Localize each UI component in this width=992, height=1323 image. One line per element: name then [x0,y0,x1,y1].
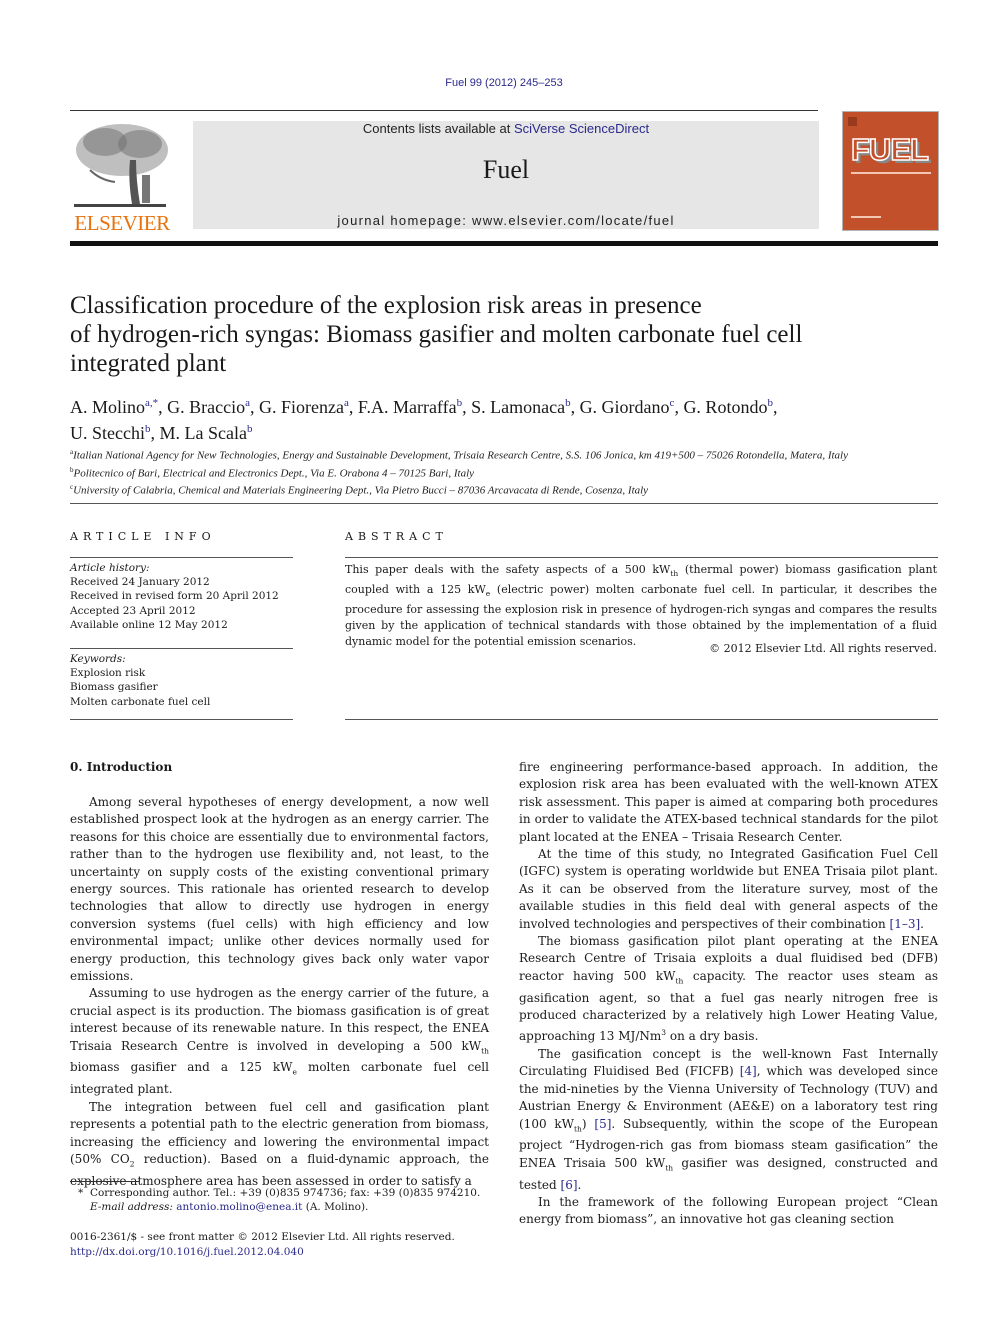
affiliation-mark[interactable]: a [344,397,349,409]
section-heading-introduction: 0. Introduction [70,760,173,774]
affiliations: aItalian National Agency for New Technol… [70,445,950,498]
article-info-heading: ARTICLE INFO [70,530,216,543]
keywords-rule [70,648,293,649]
title-line: of hydrogen-rich syngas: Biomass gasifie… [70,321,803,348]
contents-available-text: Contents lists available at SciVerse Sci… [193,121,819,136]
author-name: G. Fiorenza [259,397,344,417]
keywords-label: Keywords: [70,653,126,665]
keyword-item: Molten carbonate fuel cell [70,695,211,708]
sciencedirect-link[interactable]: SciVerse ScienceDirect [514,121,649,136]
paragraph: Assuming to use hydrogen as the energy c… [70,986,489,1097]
author-list: A. Molinoa,*, G. Braccioa, G. Fiorenzaa,… [70,397,778,443]
citation-link[interactable]: [5] [594,1117,611,1131]
cover-editor-line [851,216,881,218]
email-label: E-mail address: [90,1201,173,1213]
article-title: Classification procedure of the explosio… [70,291,890,378]
author-name: G. Giordano [579,397,670,417]
abstract-rule [345,557,938,558]
history-item: Accepted 23 April 2012 [70,604,196,617]
affiliation-mark[interactable]: b [247,423,253,435]
article-info-bottom-rule [70,719,293,720]
keywords: Keywords: Explosion risk Biomass gasifie… [70,652,300,709]
author-name: U. Stecchi [70,423,145,443]
keyword-item: Explosion risk [70,667,146,680]
issn-line: 0016-2361/$ - see front matter © 2012 El… [70,1231,455,1243]
body-column-right: fire engineering performance-based appro… [519,759,938,1229]
title-line: integrated plant [70,350,227,377]
affiliation-item: bPolitecnico of Bari, Electrical and Ele… [70,463,950,481]
paragraph: The biomass gasification pilot plant ope… [519,934,939,1044]
masthead-thick-rule [70,241,938,246]
affiliation-mark[interactable]: a [245,397,250,409]
history-item: Received 24 January 2012 [70,576,210,589]
paragraph: The integration between fuel cell and ga… [70,1099,490,1188]
title-line: Classification procedure of the explosio… [70,292,702,319]
affiliation-text: Italian National Agency for New Technolo… [73,449,848,462]
journal-cover-image: FUEL [842,111,939,231]
footnote-rule [70,1181,140,1182]
body-column-left: Among several hypotheses of energy devel… [70,794,489,1190]
history-label: Article history: [70,562,150,574]
article-history: Article history: Received 24 January 201… [70,561,300,632]
author-name: A. Molino [70,397,146,417]
affiliation-mark[interactable]: b [565,397,571,409]
doi-link[interactable]: http://dx.doi.org/10.1016/j.fuel.2012.04… [70,1246,304,1258]
citation-link[interactable]: [1–3] [890,917,921,931]
cover-tagline [851,172,931,174]
article-info-rule [70,557,293,558]
citation-link[interactable]: [6] [561,1178,578,1192]
paragraph: fire engineering performance-based appro… [519,760,938,844]
corresponding-author-text: Corresponding author. Tel.: +39 (0)835 9… [89,1187,481,1199]
affiliation-text: Politecnico of Bari, Electrical and Elec… [73,467,475,480]
affiliation-item: cUniversity of Calabria, Chemical and Ma… [70,480,950,498]
affiliation-item: aItalian National Agency for New Technol… [70,445,950,463]
author-name: G. Rotondo [683,397,768,417]
cover-title: FUEL [850,131,929,168]
author-name: M. La Scala [159,423,247,443]
affiliation-mark[interactable]: a,* [145,397,158,409]
contents-prefix: Contents lists available at [362,121,514,136]
history-item: Received in revised form 20 April 2012 [70,590,279,603]
email-link[interactable]: antonio.molino@enea.it [176,1201,302,1213]
affiliation-mark[interactable]: b [767,397,773,409]
paragraph: The gasification concept is the well-kno… [519,1046,939,1192]
asterisk-mark: * [78,1187,84,1199]
cover-elsevier-icon [848,117,857,126]
citation-link[interactable]: [4] [740,1064,757,1078]
corresponding-author-footnote: * Corresponding author. Tel.: +39 (0)835… [70,1186,510,1214]
author-name: G. Braccio [167,397,246,417]
history-item: Available online 12 May 2012 [70,618,228,631]
journal-homepage[interactable]: journal homepage: www.elsevier.com/locat… [193,213,819,228]
journal-name: Fuel [482,155,530,184]
affiliation-mark[interactable]: c [670,397,675,409]
journal-masthead: Contents lists available at SciVerse Sci… [193,121,819,229]
abstract-copyright: © 2012 Elsevier Ltd. All rights reserved… [709,642,937,655]
email-suffix: (A. Molino). [302,1201,369,1213]
paragraph: Among several hypotheses of energy devel… [70,795,489,984]
paragraph: At the time of this study, no Integrated… [519,847,938,931]
header-rule [70,110,818,111]
abstract-heading: ABSTRACT [345,530,448,543]
elsevier-wordmark: ELSEVIER [74,211,170,235]
author-name: F.A. Marraffa [357,397,457,417]
tree-icon [74,124,168,207]
author-name: S. Lamonaca [471,397,566,417]
affiliation-mark[interactable]: b [457,397,463,409]
keyword-item: Biomass gasifier [70,681,158,694]
abstract-text: This paper deals with the safety aspects… [345,563,937,649]
affiliation-mark[interactable]: b [145,423,151,435]
front-matter: 0016-2361/$ - see front matter © 2012 El… [70,1230,510,1259]
section-divider [70,503,938,504]
paragraph: In the framework of the following Europe… [519,1194,938,1227]
journal-reference-link[interactable]: Fuel 99 (2012) 245–253 [0,77,992,89]
affiliation-text: University of Calabria, Chemical and Mat… [73,484,649,497]
abstract-bottom-rule [345,719,938,720]
